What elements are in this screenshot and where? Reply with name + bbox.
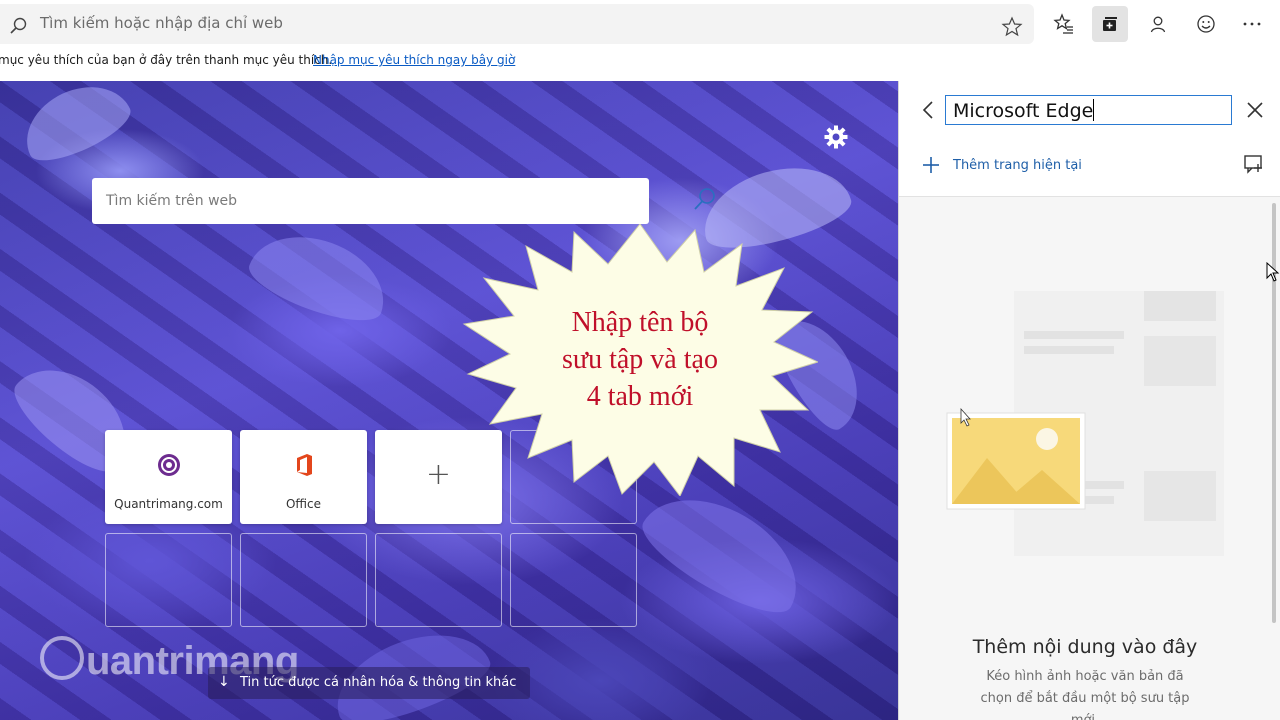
profile-button[interactable]: [1140, 6, 1176, 42]
web-search-box[interactable]: Tìm kiếm trên web: [92, 178, 715, 224]
collection-name-input[interactable]: Microsoft Edge: [945, 95, 1232, 125]
address-field[interactable]: Tìm kiếm hoặc nhập địa chỉ web: [0, 4, 1034, 44]
plus-icon: +: [425, 457, 452, 492]
emoji-icon: [1197, 15, 1215, 33]
empty-collection-illustration: [946, 291, 1224, 556]
close-icon[interactable]: [1245, 100, 1265, 120]
collection-name-value: Microsoft Edge: [953, 100, 1094, 122]
empty-state-description: Kéo hình ảnh hoặc văn bản đã chọn để bắt…: [980, 669, 1190, 720]
background-petal: [242, 219, 398, 333]
feedback-button[interactable]: [1188, 6, 1224, 42]
callout-line: 4 tab mới: [586, 381, 694, 412]
search-icon: [10, 17, 27, 34]
tile-label: Quantrimang.com: [114, 497, 223, 511]
empty-tile: [240, 533, 367, 627]
callout-line: Nhập tên bộ: [571, 307, 709, 338]
tile-label: Office: [285, 497, 322, 511]
callout-text: Nhập tên bộ sưu tập và tạo 4 tab mới: [530, 304, 750, 415]
star-icon[interactable]: [1001, 16, 1023, 38]
empty-tile: [105, 533, 232, 627]
search-icon[interactable]: [692, 186, 718, 214]
empty-tile: [510, 533, 637, 627]
news-button[interactable]: ↓ Tin tức được cá nhân hóa & thông tin k…: [208, 667, 530, 699]
quantrimang-logo-icon: [157, 454, 180, 476]
more-icon: [1243, 22, 1261, 26]
address-bar: Tìm kiếm hoặc nhập địa chỉ web: [0, 0, 1280, 48]
quick-link-tile[interactable]: Office: [240, 430, 367, 524]
add-current-page-label: Thêm trang hiện tại: [953, 157, 1082, 173]
favorites-button[interactable]: [1046, 6, 1082, 42]
callout-line: sưu tập và tạo: [562, 344, 718, 375]
favorites-icon: [1053, 13, 1073, 34]
collections-header: Microsoft Edge Thêm trang hiện tại: [899, 81, 1280, 197]
settings-gear-icon[interactable]: [823, 124, 849, 150]
import-favorites-link[interactable]: Nhập mục yêu thích ngay bây giờ: [313, 53, 515, 67]
collections-icon: [1103, 17, 1117, 31]
more-button[interactable]: [1234, 6, 1270, 42]
arrow-down-icon: ↓: [218, 674, 230, 690]
favorites-message: mục yêu thích của bạn ở đây trên thanh m…: [0, 53, 333, 67]
plus-icon: [923, 157, 939, 173]
address-input[interactable]: Tìm kiếm hoặc nhập địa chỉ web: [40, 14, 283, 32]
empty-state-title: Thêm nội dung vào đây: [972, 636, 1198, 658]
favorites-bar: mục yêu thích của bạn ở đây trên thanh m…: [0, 48, 1280, 81]
text-caret: [1093, 99, 1095, 121]
callout-starburst: Nhập tên bộ sưu tập và tạo 4 tab mới: [462, 224, 818, 496]
office-logo-icon: [296, 454, 312, 476]
collections-pane: Microsoft Edge Thêm trang hiện tại Thêm …: [898, 81, 1280, 720]
quick-link-tile[interactable]: Quantrimang.com: [105, 430, 232, 524]
background-petal: [631, 473, 819, 629]
collections-button[interactable]: [1092, 6, 1128, 42]
add-note-icon[interactable]: [1243, 154, 1265, 174]
new-tab-page: Tìm kiếm trên web Quantrimang.com Office…: [0, 81, 898, 720]
add-current-page-button[interactable]: Thêm trang hiện tại: [921, 153, 1082, 177]
background-petal: [12, 81, 138, 172]
back-chevron-icon[interactable]: [919, 99, 939, 121]
mouse-cursor-icon: [1266, 262, 1280, 282]
empty-tile: [375, 533, 502, 627]
profile-icon: [1150, 16, 1166, 33]
news-button-label: Tin tức được cá nhân hóa & thông tin khá…: [240, 675, 517, 690]
web-search-input[interactable]: Tìm kiếm trên web: [106, 193, 237, 209]
watermark-q-icon: [40, 636, 84, 680]
